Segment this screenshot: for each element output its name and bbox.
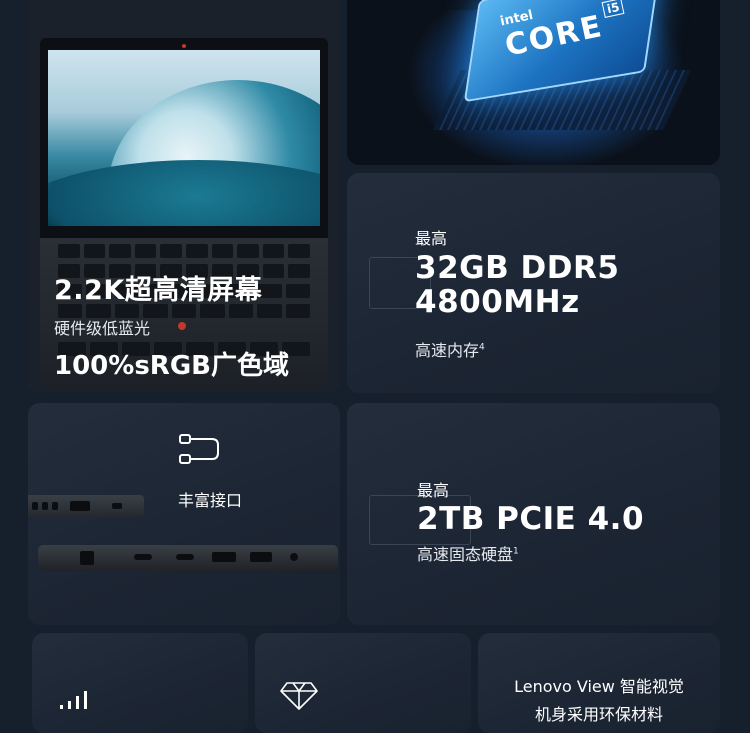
memory-prefix: 最高 xyxy=(415,229,448,248)
storage-prefix: 最高 xyxy=(417,481,450,500)
signal-bars-icon xyxy=(60,691,87,709)
wireless-feature-card xyxy=(32,633,248,733)
memory-text: 最高 32GB DDR5 4800MHz 高速内存4 xyxy=(415,225,619,361)
memory-footnote: 4 xyxy=(479,342,485,353)
vision-line-2: 机身采用环保材料 xyxy=(534,705,663,724)
storage-footnote: 1 xyxy=(513,546,519,557)
design-feature-card xyxy=(255,633,471,733)
storage-feature-panel: 最高 2TB PCIE 4.0 高速固态硬盘1 xyxy=(347,403,720,625)
display-feature-panel: 2.2K超高清屏幕 硬件级低蓝光 100%sRGB广色域 xyxy=(28,0,340,392)
display-feature-text: 2.2K超高清屏幕 硬件级低蓝光 100%sRGB广色域 xyxy=(54,268,289,382)
ports-label: 丰富接口 xyxy=(178,491,243,510)
diamond-icon xyxy=(280,682,318,710)
cpu-feature-panel: intel CORE i5 xyxy=(347,0,720,165)
memory-note: 高速内存4 xyxy=(415,341,485,360)
cable-icon xyxy=(179,434,219,464)
display-gamut: 100%sRGB广色域 xyxy=(54,351,289,381)
laptop-screen-wave-image xyxy=(48,50,320,226)
ports-feature-panel: 丰富接口 xyxy=(28,403,340,625)
display-title: 2.2K超高清屏幕 xyxy=(54,275,263,306)
memory-speed: 4800MHz xyxy=(415,284,580,320)
vision-feature-card: Lenovo View 智能视觉 机身采用环保材料 xyxy=(478,633,720,733)
memory-capacity: 32GB DDR5 xyxy=(415,250,620,286)
storage-text: 最高 2TB PCIE 4.0 高速固态硬盘1 xyxy=(417,477,644,565)
storage-capacity: 2TB PCIE 4.0 xyxy=(417,501,645,537)
display-subtitle: 硬件级低蓝光 xyxy=(54,319,151,338)
vision-line-1: Lenovo View 智能视觉 xyxy=(514,677,684,696)
laptop-side-left-image xyxy=(28,495,144,517)
laptop-lid-image xyxy=(40,38,328,238)
webcam-dot xyxy=(182,44,186,48)
memory-feature-panel: 最高 32GB DDR5 4800MHz 高速内存4 xyxy=(347,173,720,393)
storage-note: 高速固态硬盘1 xyxy=(417,545,519,564)
laptop-side-right-image xyxy=(38,545,338,571)
vision-feature-text: Lenovo View 智能视觉 机身采用环保材料 xyxy=(478,673,720,729)
